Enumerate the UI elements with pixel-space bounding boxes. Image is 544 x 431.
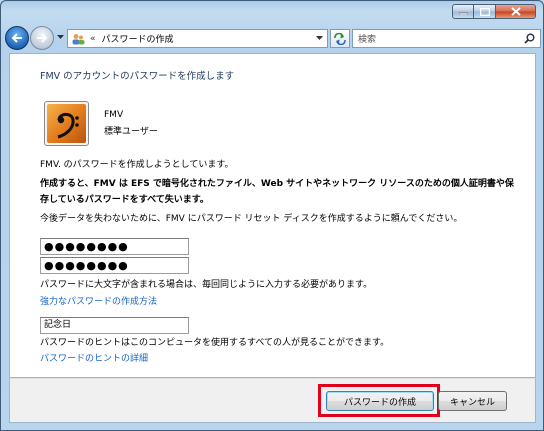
minimize-button[interactable] — [452, 4, 474, 19]
address-bar[interactable]: « パスワードの作成 — [67, 29, 328, 48]
user-name: FMV — [104, 110, 124, 120]
refresh-icon — [334, 32, 346, 45]
refresh-button[interactable] — [330, 29, 350, 48]
user-account-type: 標準ユーザー — [104, 127, 158, 137]
back-button[interactable] — [5, 26, 29, 50]
control-panel-window: « パスワードの作成 検索 FMV のアカウントのパスワードを作成します FMV… — [0, 0, 544, 431]
password-hint-details-link[interactable]: パスワードのヒントの詳細 — [40, 351, 148, 364]
confirm-password-field[interactable]: ●●●●●●●● — [40, 257, 189, 274]
case-sensitivity-note: パスワードに大文字が含まれる場合は、毎回同じように入力する必要があります。 — [40, 280, 373, 290]
new-password-field[interactable]: ●●●●●●●● — [40, 238, 189, 255]
avatar — [44, 101, 89, 146]
breadcrumb-current[interactable]: パスワードの作成 — [102, 32, 174, 45]
caption-buttons — [452, 4, 536, 19]
history-dropdown-icon[interactable] — [57, 35, 64, 39]
hint-visibility-note: パスワードのヒントはこのコンピュータを使用するすべての人が見ることができます。 — [40, 338, 390, 348]
bass-clef-icon — [47, 104, 86, 143]
maximize-button[interactable] — [474, 4, 496, 19]
back-arrow-icon — [11, 33, 22, 43]
search-input[interactable]: 検索 — [352, 29, 541, 48]
intro-text: FMV. のパスワードを作成しようとしています。 — [40, 160, 234, 170]
warning-text: 作成すると、FMV は EFS で暗号化されたファイル、Web サイトやネットワ… — [40, 179, 514, 205]
minimize-icon — [458, 12, 468, 15]
page-title: FMV のアカウントのパスワードを作成します — [40, 71, 235, 82]
forward-button[interactable] — [30, 26, 54, 50]
search-placeholder: 検索 — [358, 35, 377, 45]
breadcrumb-separator[interactable]: « — [90, 34, 96, 44]
cancel-button[interactable]: キャンセル — [438, 391, 507, 411]
password-hint-field[interactable]: 記念日 — [40, 317, 189, 334]
button-bar: パスワードの作成 キャンセル — [9, 378, 536, 423]
close-icon — [510, 7, 521, 16]
forward-arrow-icon — [37, 33, 48, 43]
navigation-bar: « パスワードの作成 検索 — [5, 25, 541, 51]
close-button[interactable] — [496, 4, 536, 19]
strong-password-link[interactable]: 強力なパスワードの作成方法 — [40, 294, 157, 307]
content-pane: FMV のアカウントのパスワードを作成します FMV 標準ユーザー FMV. の… — [9, 53, 536, 378]
create-password-button[interactable]: パスワードの作成 — [326, 391, 434, 411]
chevron-down-icon[interactable] — [316, 36, 323, 40]
search-icon[interactable] — [524, 33, 535, 44]
users-icon — [72, 33, 85, 44]
maximize-icon — [479, 7, 490, 16]
reset-disk-advice: 今後データを失わないために、FMV にパスワード リセット ディスクを作成するよ… — [40, 214, 463, 224]
